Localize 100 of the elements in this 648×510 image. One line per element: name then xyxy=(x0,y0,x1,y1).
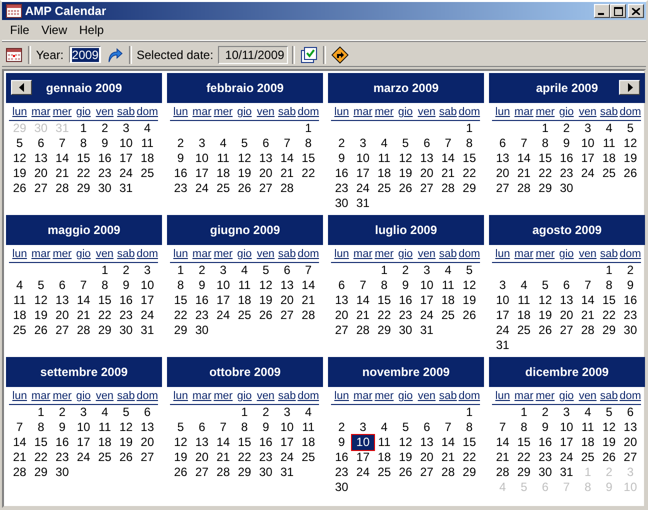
day-cell[interactable]: 10 xyxy=(278,420,296,435)
day-cell[interactable]: 18 xyxy=(236,293,254,308)
day-cell[interactable]: 4 xyxy=(239,263,250,278)
day-cell[interactable]: 18 xyxy=(579,435,596,450)
day-cell[interactable]: 30 xyxy=(396,323,414,338)
day-cell[interactable]: 20 xyxy=(558,308,576,323)
day-cell[interactable]: 3 xyxy=(358,420,368,435)
day-cell[interactable]: 5 xyxy=(540,278,551,293)
day-cell[interactable]: 27 xyxy=(558,323,576,338)
day-cell[interactable]: 18 xyxy=(10,308,28,323)
day-cell[interactable]: 8 xyxy=(239,420,250,435)
day-cell[interactable]: 28 xyxy=(300,308,318,323)
day-cell[interactable]: 26 xyxy=(10,181,28,196)
day-cell[interactable]: 21 xyxy=(54,166,71,181)
day-cell[interactable]: 31 xyxy=(138,323,156,338)
day-cell[interactable]: 28 xyxy=(10,465,28,480)
day-cell[interactable]: 5 xyxy=(604,405,614,420)
day-cell[interactable]: 7 xyxy=(582,278,594,293)
day-cell[interactable]: 29 xyxy=(460,181,478,196)
day-cell[interactable]: 19 xyxy=(600,435,618,450)
day-cell[interactable]: 3 xyxy=(497,278,508,293)
day-cell[interactable]: 7 xyxy=(78,278,89,293)
day-cell[interactable]: 2 xyxy=(56,405,68,420)
day-cell[interactable]: 1 xyxy=(78,121,89,136)
day-cell[interactable]: 9 xyxy=(336,435,347,450)
day-cell[interactable]: 18 xyxy=(376,166,393,181)
day-cell[interactable]: 1 xyxy=(464,405,475,420)
day-cell[interactable]: 4 xyxy=(378,136,390,151)
day-cell[interactable]: 5 xyxy=(464,263,475,278)
day-cell[interactable]: 15 xyxy=(300,151,318,166)
day-cell[interactable]: 24 xyxy=(117,166,135,181)
day-cell[interactable]: 4 xyxy=(99,405,110,420)
day-cell[interactable]: 11 xyxy=(11,293,28,308)
day-cell[interactable]: 20 xyxy=(494,166,512,181)
day-cell[interactable]: 1 xyxy=(175,263,186,278)
day-cell[interactable]: 17 xyxy=(278,435,296,450)
day-cell[interactable]: 23 xyxy=(332,465,350,480)
day-cell[interactable]: 10 xyxy=(117,136,135,151)
day-cell[interactable]: 16 xyxy=(54,435,71,450)
day-cell[interactable]: 10 xyxy=(138,278,156,293)
day-cell[interactable]: 6 xyxy=(421,136,432,151)
day-cell[interactable]: 28 xyxy=(439,181,457,196)
day-cell[interactable]: 11 xyxy=(376,151,392,166)
day-cell[interactable]: 16 xyxy=(117,293,135,308)
day-cell[interactable]: 16 xyxy=(96,151,114,166)
day-cell[interactable]: 7 xyxy=(14,420,25,435)
day-cell[interactable]: 12 xyxy=(257,278,274,293)
day-cell[interactable]: 10 xyxy=(354,151,372,166)
day-cell[interactable]: 2 xyxy=(196,263,208,278)
day-cell[interactable]: 4 xyxy=(518,278,530,293)
day-cell[interactable]: 7 xyxy=(282,136,292,151)
day-cell[interactable]: 23 xyxy=(117,308,135,323)
day-cell[interactable]: 15 xyxy=(172,293,190,308)
day-cell[interactable]: 12 xyxy=(622,136,640,151)
day-cell[interactable]: 21 xyxy=(439,450,457,465)
day-cell[interactable]: 7 xyxy=(218,420,229,435)
day-cell[interactable]: 16 xyxy=(172,166,190,181)
day-cell[interactable]: 29 xyxy=(515,465,533,480)
day-cell[interactable]: 11 xyxy=(440,278,456,293)
day-cell[interactable]: 10 xyxy=(494,293,512,308)
day-cell[interactable]: 24 xyxy=(354,181,372,196)
day-cell[interactable]: 6 xyxy=(142,405,153,420)
day-cell[interactable]: 11 xyxy=(139,136,156,151)
day-cell[interactable]: 4 xyxy=(218,136,229,151)
day-cell[interactable]: 25 xyxy=(236,308,254,323)
day-cell[interactable]: 22 xyxy=(236,450,254,465)
day-cell[interactable]: 15 xyxy=(96,293,114,308)
day-cell[interactable]: 3 xyxy=(358,136,368,151)
day-cell[interactable]: 5 xyxy=(400,136,411,151)
day-cell[interactable]: 9 xyxy=(561,136,572,151)
day-cell[interactable]: 16 xyxy=(558,151,576,166)
day-cell[interactable]: 27 xyxy=(138,450,156,465)
day-cell[interactable]: 2 xyxy=(540,405,551,420)
day-cell[interactable]: 31 xyxy=(418,323,436,338)
day-cell[interactable]: 5 xyxy=(14,136,25,151)
day-cell[interactable]: 13 xyxy=(418,151,436,166)
day-cell[interactable]: 16 xyxy=(257,435,274,450)
day-cell[interactable]: 17 xyxy=(579,151,596,166)
day-cell[interactable]: 22 xyxy=(600,308,618,323)
day-cell[interactable]: 7 xyxy=(518,136,530,151)
day-cell[interactable]: 19 xyxy=(396,166,414,181)
day-cell[interactable]: 3 xyxy=(142,263,153,278)
day-cell[interactable]: 18 xyxy=(515,308,533,323)
day-cell[interactable]: 29 xyxy=(460,465,478,480)
day-cell[interactable]: 8 xyxy=(540,136,551,151)
day-cell[interactable]: 1 xyxy=(99,263,110,278)
day-cell[interactable]: 26 xyxy=(536,323,554,338)
day-cell[interactable]: 5 xyxy=(400,420,411,435)
day-cell[interactable]: 4 xyxy=(582,405,594,420)
day-cell[interactable]: 24 xyxy=(354,465,372,480)
day-cell[interactable]: 30 xyxy=(117,323,135,338)
day-cell[interactable]: 21 xyxy=(278,166,296,181)
day-cell[interactable]: 13 xyxy=(622,420,640,435)
day-cell[interactable]: 10 xyxy=(579,136,596,151)
day-cell[interactable]: 1 xyxy=(518,405,530,420)
day-cell[interactable]: 15 xyxy=(376,293,393,308)
day-cell[interactable]: 28 xyxy=(214,465,232,480)
day-cell[interactable]: 14 xyxy=(439,151,457,166)
day-cell[interactable]: 28 xyxy=(494,465,512,480)
day-cell[interactable]: 26 xyxy=(117,450,135,465)
